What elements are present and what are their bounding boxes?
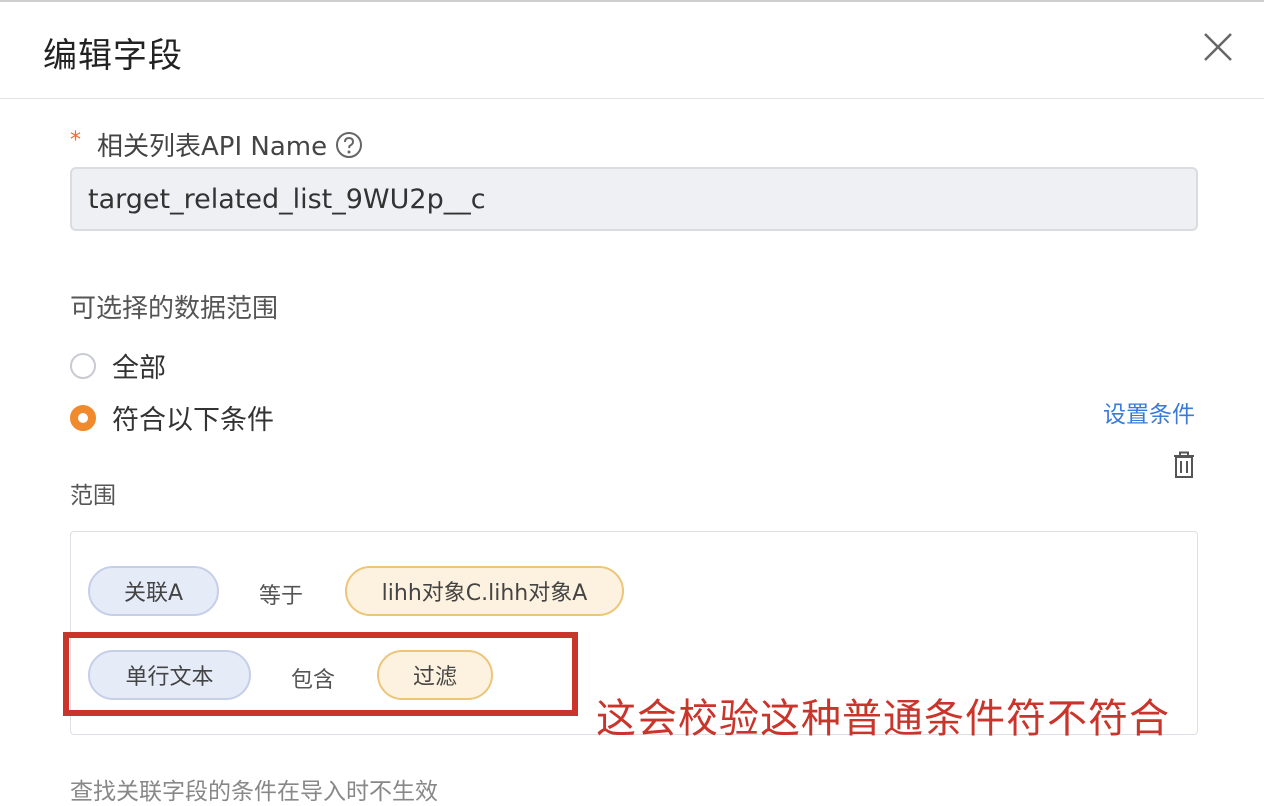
data-range-label: 可选择的数据范围 <box>70 294 279 324</box>
close-icon[interactable] <box>1200 29 1236 65</box>
api-name-input[interactable] <box>70 167 1198 231</box>
radio-matching-conditions-label: 符合以下条件 <box>112 405 274 436</box>
radio-matching-conditions-circle[interactable] <box>70 404 96 431</box>
annotation-text: 这会校验这种普通条件符不符合 <box>596 696 1170 742</box>
trash-icon[interactable] <box>1171 451 1197 479</box>
dialog-title: 编辑字段 <box>43 36 183 76</box>
condition-1-value[interactable]: lihh对象C.lihh对象A <box>345 566 624 616</box>
radio-matching-conditions[interactable]: 符合以下条件 <box>70 398 274 437</box>
radio-all[interactable]: 全部 <box>70 346 166 385</box>
radio-all-circle[interactable] <box>70 352 96 379</box>
radio-all-label: 全部 <box>112 353 166 384</box>
annotation-highlight-box <box>63 632 578 716</box>
scope-label: 范围 <box>70 483 116 509</box>
api-name-label: 相关列表API Name <box>97 126 363 163</box>
footnote-text: 查找关联字段的条件在导入时不生效 <box>70 779 438 805</box>
required-marker: * <box>70 128 81 153</box>
api-name-label-text: 相关列表API Name <box>97 132 328 162</box>
set-condition-link[interactable]: 设置条件 <box>1103 395 1195 429</box>
condition-1-operator: 等于 <box>259 584 304 609</box>
condition-1-field[interactable]: 关联A <box>88 566 219 616</box>
dialog-header: 编辑字段 <box>0 0 1264 99</box>
help-icon[interactable] <box>335 131 363 159</box>
